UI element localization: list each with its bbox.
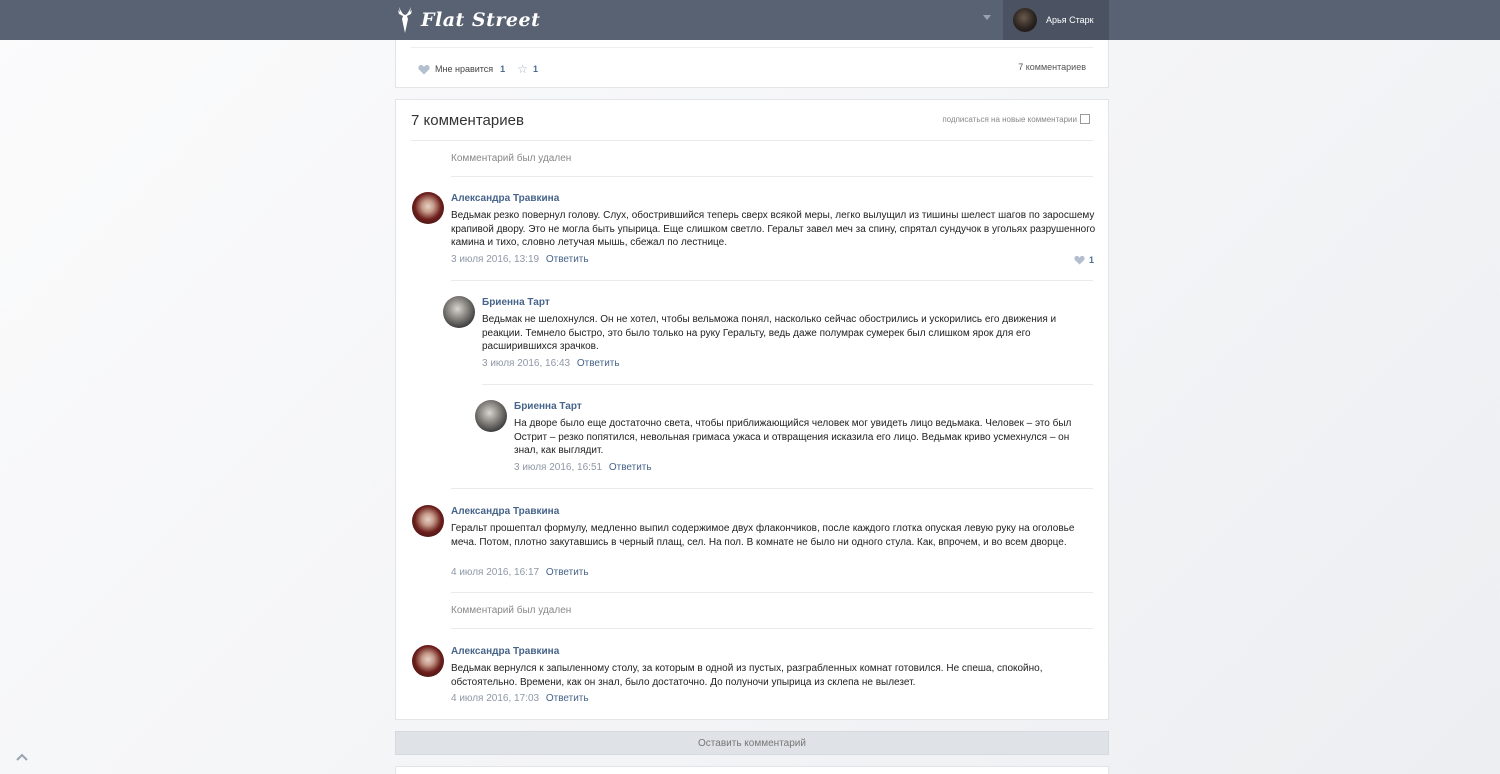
subscribe-label: подписаться на новые комментарии [942,114,1077,124]
comment-text: На дворе было еще достаточно света, чтоб… [514,418,1072,456]
comments-section: 7 комментариев подписаться на новые комм… [395,99,1109,720]
divider [451,628,1093,629]
divider [411,47,1093,48]
scroll-up-icon[interactable] [15,752,29,762]
comment-text: Ведьмак вернулся к запыленному столу, за… [451,663,1043,688]
divider [451,488,1093,489]
subscribe-control[interactable]: подписаться на новые комментарии [942,114,1090,124]
reply-button[interactable]: Ответить [546,567,589,578]
star-icon[interactable]: ☆ [517,62,528,76]
user-menu[interactable]: Арья Старк [1003,0,1109,40]
divider [411,140,1093,141]
comment-text: Ведьмак не шелохнулся. Он не хотел, чтоб… [482,314,1057,352]
comments-title: 7 комментариев [411,112,524,129]
comment-date: 3 июля 2016, 16:43 [482,358,571,369]
comment-date: 4 июля 2016, 16:17 [451,567,540,578]
divider [451,280,1093,281]
logo-text: Flat Street [421,9,541,31]
comment-date: 3 июля 2016, 16:51 [514,462,603,473]
user-name: Арья Старк [1046,15,1094,25]
avatar[interactable] [412,192,444,224]
comment-meta: 3 июля 2016, 16:43 Ответить [482,358,620,369]
comment-meta: 4 июля 2016, 16:17 Ответить [451,567,589,578]
comment-like[interactable]: 1 [1074,255,1094,265]
avatar[interactable] [412,505,444,537]
top-navbar: Flat Street Арья Старк [0,0,1500,40]
reply-button[interactable]: Ответить [546,693,589,704]
reply-button[interactable]: Ответить [546,254,589,265]
deer-logo-icon [398,7,412,33]
comment-text: Геральт прошептал формулу, медленно выпи… [451,523,1075,548]
comments-count-link[interactable]: 7 комментариев [1018,62,1086,72]
like-button[interactable]: Мне нравится [435,64,493,74]
comment-date: 3 июля 2016, 13:19 [451,254,540,265]
next-card [395,766,1109,774]
like-count: 1 [500,64,506,74]
comment-meta: 4 июля 2016, 17:03 Ответить [451,693,589,704]
heart-icon [1074,255,1085,265]
comment-text: Ведьмак резко повернул голову. Слух, обо… [451,210,1096,248]
reply-button[interactable]: Ответить [577,358,620,369]
comment-author[interactable]: Бриенна Тарт [514,401,582,412]
star-count: 1 [532,64,538,74]
comment-meta: 3 июля 2016, 16:51 Ответить [514,462,652,473]
reply-button[interactable]: Ответить [609,462,652,473]
comment-author[interactable]: Александра Травкина [451,506,559,517]
avatar[interactable] [412,645,444,677]
comment-author[interactable]: Александра Травкина [451,646,559,657]
post-footer: Мне нравится 1 ☆ 1 7 комментариев [395,40,1109,88]
chevron-down-icon[interactable] [983,15,991,20]
deleted-comment: Комментарий был удален [451,605,572,616]
comment-like-count: 1 [1089,255,1095,265]
subscribe-checkbox[interactable] [1080,114,1090,124]
heart-icon[interactable] [418,64,430,75]
site-logo[interactable]: Flat Street [395,4,540,36]
divider [482,384,1093,385]
comment-date: 4 июля 2016, 17:03 [451,693,540,704]
leave-comment-button[interactable]: Оставить комментарий [395,731,1109,755]
divider [451,176,1093,177]
comment-meta: 3 июля 2016, 13:19 Ответить [451,254,589,265]
post-actions: Мне нравится 1 ☆ 1 [418,62,538,76]
divider [451,592,1093,593]
comment-author[interactable]: Александра Травкина [451,193,559,204]
avatar[interactable] [443,296,475,328]
avatar[interactable] [475,400,507,432]
avatar [1013,8,1037,32]
deleted-comment: Комментарий был удален [451,153,572,164]
comment-author[interactable]: Бриенна Тарт [482,297,550,308]
